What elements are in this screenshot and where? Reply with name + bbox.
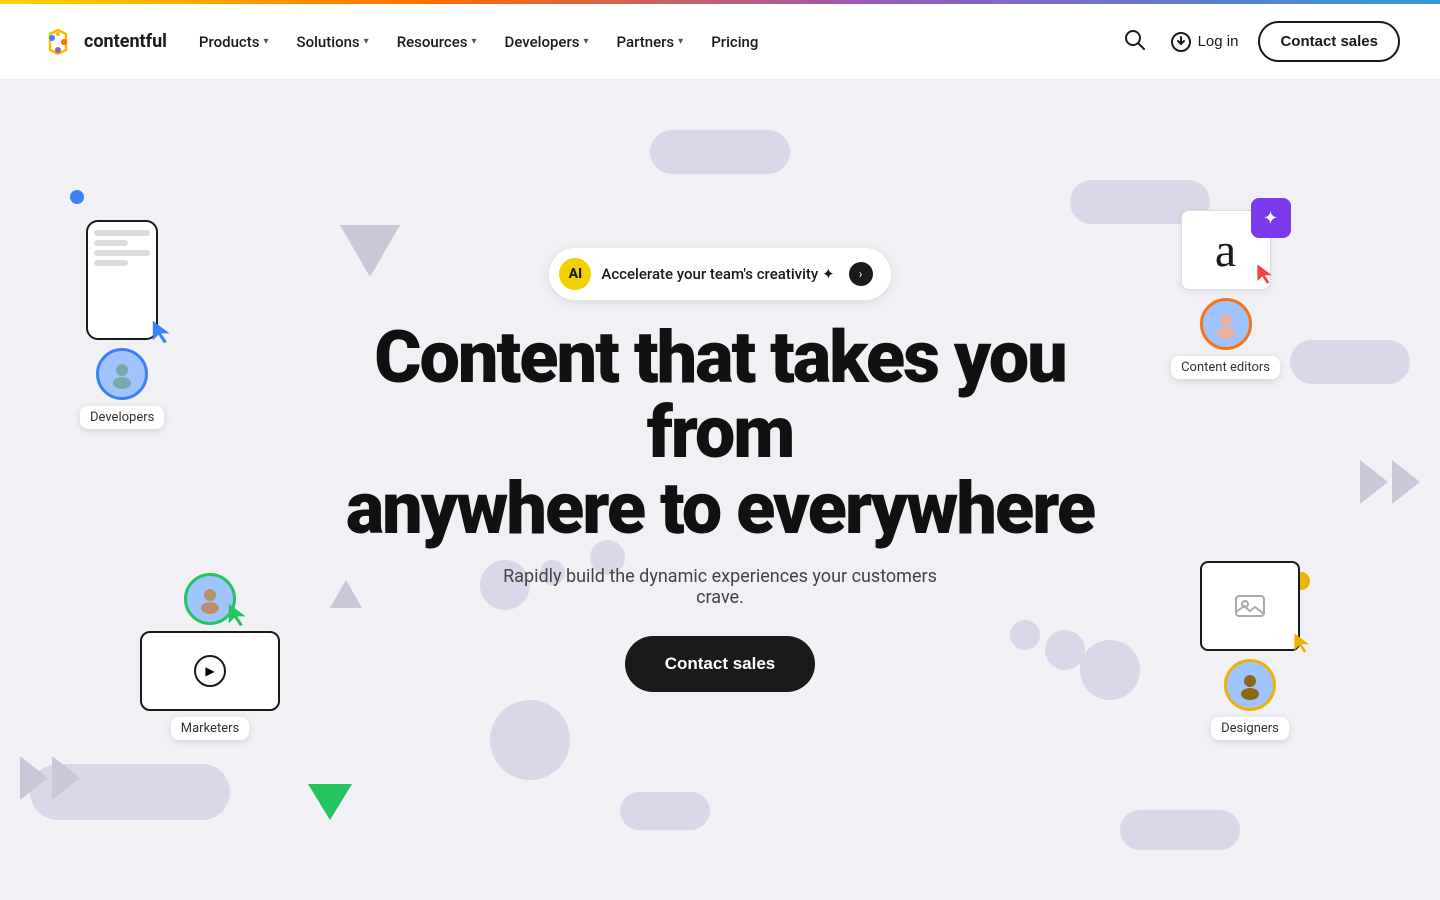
- ai-sparkle-button: ✦: [1251, 198, 1291, 238]
- nav-solutions[interactable]: Solutions ▾: [297, 33, 369, 51]
- phone-mockup: [86, 220, 158, 340]
- developer-avatar: [96, 348, 148, 400]
- nav-links: Products ▾ Solutions ▾ Resources ▾ Devel…: [199, 33, 758, 51]
- nav-right: Log in Contact sales: [1120, 21, 1400, 62]
- hero-content: AI Accelerate your team's creativity ✦ ›…: [290, 228, 1150, 713]
- logo-text: contentful: [84, 31, 167, 52]
- nav-left: contentful Products ▾ Solutions ▾ Resour…: [40, 24, 758, 60]
- ai-badge-text: Accelerate your team's creativity ✦: [601, 265, 834, 283]
- hero-title: Content that takes you from anywhere to …: [310, 320, 1130, 547]
- deco-pill-bottom-right: [1120, 810, 1240, 850]
- main-nav: contentful Products ▾ Solutions ▾ Resour…: [0, 4, 1440, 80]
- search-button[interactable]: [1120, 25, 1150, 58]
- logo-icon: [40, 24, 76, 60]
- deco-double-chevron-right: [1360, 460, 1420, 504]
- login-icon: [1170, 31, 1192, 53]
- contact-sales-nav-button[interactable]: Contact sales: [1258, 21, 1400, 62]
- logo[interactable]: contentful: [40, 24, 167, 60]
- ai-badge[interactable]: AI Accelerate your team's creativity ✦ ›: [549, 248, 890, 300]
- chevron-down-icon: ▾: [364, 36, 369, 47]
- content-editor-avatar: [1200, 298, 1252, 350]
- marketers-label: Marketers: [171, 717, 249, 740]
- nav-developers[interactable]: Developers ▾: [505, 33, 589, 51]
- deco-triangle-down-green: [308, 784, 352, 820]
- nav-products[interactable]: Products ▾: [199, 33, 269, 51]
- search-icon: [1124, 29, 1146, 51]
- deco-pill-bottom: [620, 792, 710, 830]
- play-button: ▶: [194, 655, 226, 687]
- chevron-down-icon: ▾: [678, 36, 683, 47]
- login-button[interactable]: Log in: [1170, 31, 1239, 53]
- ai-badge-arrow: ›: [849, 262, 873, 286]
- hero-subtitle: Rapidly build the dynamic experiences yo…: [490, 566, 950, 608]
- cursor-yellow-icon: [1292, 631, 1316, 659]
- video-mockup: ▶: [140, 631, 280, 711]
- nav-resources[interactable]: Resources ▾: [397, 33, 477, 51]
- cursor-blue-icon: [150, 318, 178, 350]
- nav-partners[interactable]: Partners ▾: [617, 33, 684, 51]
- developers-float: Developers: [80, 220, 164, 429]
- deco-pill-right: [1290, 340, 1410, 384]
- deco-circle-blue: [70, 190, 84, 204]
- developers-label: Developers: [80, 406, 164, 429]
- image-mockup: [1200, 561, 1300, 651]
- cursor-green-icon: [226, 601, 254, 633]
- designers-label: Designers: [1211, 717, 1289, 740]
- chevron-down-icon: ▾: [583, 36, 588, 47]
- designers-float: Designers: [1200, 561, 1300, 740]
- cursor-red-icon: [1255, 243, 1279, 298]
- nav-pricing[interactable]: Pricing: [711, 33, 758, 51]
- designer-avatar: [1224, 659, 1276, 711]
- hero-section: Developers a ✦: [0, 80, 1440, 900]
- deco-double-chevron-left: [20, 756, 80, 800]
- content-editors-label: Content editors: [1171, 356, 1280, 379]
- marketers-float: ▶ Marketers: [140, 573, 280, 740]
- content-editors-float: a ✦: [1171, 210, 1280, 379]
- chevron-down-icon: ▾: [472, 36, 477, 47]
- hero-cta-button[interactable]: Contact sales: [625, 636, 816, 692]
- chevron-down-icon: ▾: [263, 36, 268, 47]
- deco-pill-top: [650, 130, 790, 174]
- ai-label: AI: [559, 258, 591, 290]
